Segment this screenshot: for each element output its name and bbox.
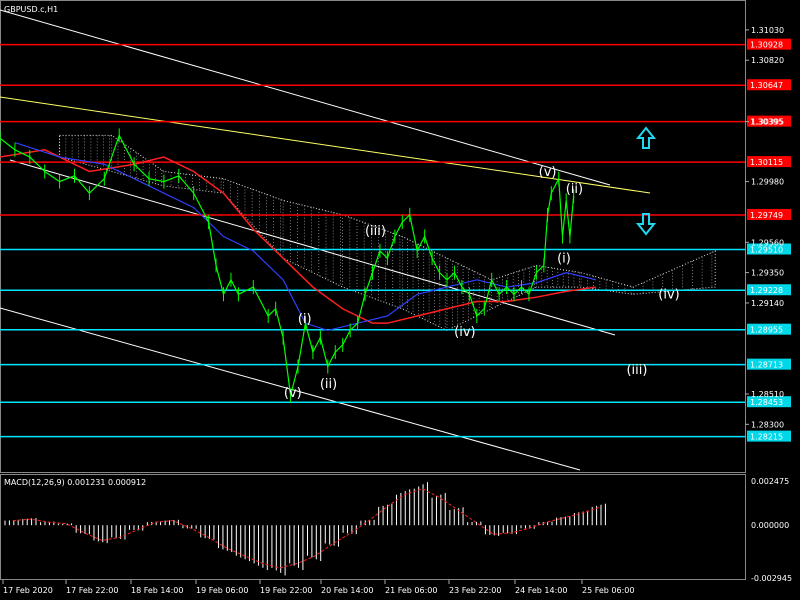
time-tick-label: 24 Feb 14:00 — [515, 586, 567, 595]
time-tick-label: 21 Feb 06:00 — [385, 586, 437, 595]
chart-title: GBPUSD.c,H1 — [4, 5, 58, 14]
time-axis[interactable]: 17 Feb 2020 17 Feb 22:00 18 Feb 14:00 19 Fe… — [2, 580, 634, 595]
price-tick-label: 1.28510 — [751, 390, 784, 399]
time-tick-label: 23 Feb 22:00 — [449, 586, 501, 595]
time-tick-label: 25 Feb 06:00 — [582, 586, 634, 595]
time-tick-label: 17 Feb 2020 — [3, 586, 53, 595]
level-tag-label: 1.29228 — [750, 286, 783, 295]
macd-axis: 0.002475 0.000000 -0.002945 — [751, 477, 792, 583]
level-tag-label: 1.29749 — [750, 211, 783, 220]
time-tick-label: 18 Feb 14:00 — [131, 586, 183, 595]
wave-label: (v) — [539, 165, 557, 180]
macd-tick-label: -0.002945 — [751, 574, 792, 583]
macd-label: MACD(12,26,9) 0.001231 0.000912 — [4, 478, 146, 487]
level-tag-label: 1.28215 — [750, 433, 783, 442]
wave-label: (i) — [557, 252, 571, 267]
time-tick-label: 19 Feb 22:00 — [260, 586, 312, 595]
wave-label: (ii) — [320, 377, 337, 392]
level-tag-label: 1.28955 — [750, 326, 783, 335]
level-tag-label: 1.30115 — [750, 158, 783, 167]
price-tick-label: 1.31030 — [751, 26, 784, 35]
time-tick-label: 19 Feb 06:00 — [196, 586, 248, 595]
price-tick-label: 1.28300 — [751, 420, 784, 429]
price-tick-label: 1.30395 — [751, 118, 784, 127]
time-tick-label: 17 Feb 22:00 — [66, 586, 118, 595]
macd-tick-label: 0.002475 — [751, 477, 789, 486]
wave-label: (iv) — [658, 288, 679, 303]
price-tick-label: 1.29980 — [751, 178, 784, 187]
wave-label: (v) — [284, 386, 302, 401]
wave-label: (iii) — [365, 224, 386, 239]
wave-label: (ii) — [566, 182, 583, 197]
level-tag-label: 1.30647 — [750, 81, 783, 90]
time-tick-label: 20 Feb 14:00 — [321, 586, 373, 595]
chart-canvas[interactable]: 1.30928 1.30647 1.30395 1.30115 1.29749 1.295… — [0, 0, 800, 600]
wave-label: (iv) — [454, 325, 475, 340]
level-tag-label: 1.28713 — [750, 361, 783, 370]
macd-tick-label: 0.000000 — [751, 521, 789, 530]
price-tick-label: 1.29350 — [751, 269, 784, 278]
wave-label: (iii) — [626, 363, 647, 378]
level-tag-label: 1.30928 — [750, 41, 783, 50]
wave-label: (i) — [298, 312, 312, 327]
price-tick-label: 1.29140 — [751, 299, 784, 308]
price-tick-label: 1.30820 — [751, 56, 784, 65]
level-tag-label: 1.28453 — [750, 398, 783, 407]
price-tick-label: 1.29560 — [751, 238, 784, 247]
